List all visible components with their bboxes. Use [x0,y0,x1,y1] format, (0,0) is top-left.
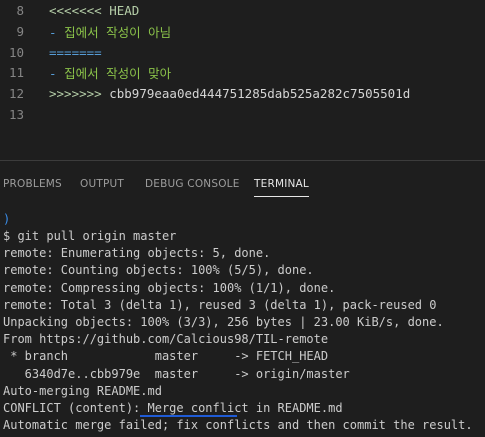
line-number: 12 [8,86,24,102]
terminal-line: remote: Counting objects: 100% (5/5), do… [3,263,314,278]
code-line: 11 - 집에서 작성이 맞아 [0,62,485,83]
code-editor[interactable]: 8 <<<<<<< HEAD 9 - 집에서 작성이 아님 10 ======= 11 - 집… [0,0,485,122]
code-token: 집에서 작성이 아님 [64,24,172,40]
code-line: 12 >>>>>>> cbb979eaa0ed444751285dab525a28… [0,83,485,104]
tab-terminal[interactable]: TERMINAL [254,171,309,197]
code-token: - [49,24,65,40]
code-token: cbb979eaa0ed444751285dab525a282c7505501d [109,86,411,102]
terminal-prompt-symbol: ) [3,212,11,226]
terminal-line: 6340d7e..cbb979e master -> origin/master [3,366,350,381]
terminal-line: remote: Total 3 (delta 1), reused 3 (del… [3,297,437,312]
terminal-line: remote: Enumerating objects: 5, done. [3,246,271,261]
tab-problems[interactable]: PROBLEMS [3,171,62,197]
code-line: 9 - 집에서 작성이 아님 [0,21,485,42]
code-line: 10 ======= [0,42,485,63]
code-line-text: <<<<<<< HEAD [49,3,139,18]
terminal-line: * branch master -> FETCH_HEAD [3,349,329,364]
bottom-panel: PROBLEMS OUTPUT DEBUG CONSOLE TERMINAL )… [0,160,485,437]
code-token: <<<<<<< HEAD [49,3,140,18]
code-line-text: ======= [49,45,102,60]
code-token: ======= [49,44,102,60]
code-token: >>>>>>> [49,86,110,102]
terminal-line: From https://github.com/Calcious98/TIL-r… [3,332,329,347]
terminal-line: $ git pull origin master [3,229,177,243]
terminal-line: Auto-merging README.md [3,383,162,398]
terminal-line: remote: Compressing objects: 100% (1/1),… [3,280,336,295]
line-number: 13 [8,107,24,122]
line-number: 11 [8,65,24,81]
line-number: 8 [16,3,24,18]
code-line-text: - 집에서 작성이 아님 [49,22,171,41]
terminal-line: Unpacking objects: 100% (3/3), 256 bytes… [3,315,444,329]
code-token: - [49,66,65,82]
code-line: 8 <<<<<<< HEAD [0,0,485,21]
code-line-text: >>>>>>> cbb979eaa0ed444751285dab525a282c… [49,86,410,101]
panel-tab-bar: PROBLEMS OUTPUT DEBUG CONSOLE TERMINAL [0,171,485,197]
code-token: 집에서 작성이 맞아 [64,66,172,82]
code-line-text: - 집에서 작성이 맞아 [49,63,171,82]
code-line: 13 [0,104,485,125]
selection-underline [139,415,237,417]
terminal-line: Automatic merge failed; fix conflicts an… [3,418,473,433]
line-number: 9 [16,23,24,39]
tab-debug-console[interactable]: DEBUG CONSOLE [145,171,240,197]
tab-output[interactable]: OUTPUT [80,171,124,197]
line-number: 10 [8,44,24,60]
